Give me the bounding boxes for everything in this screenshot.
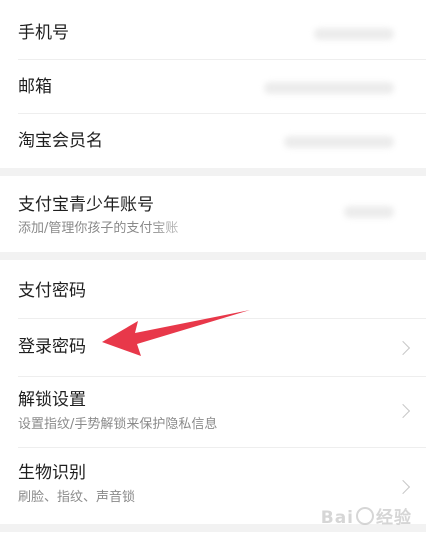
next-group-partial [0,532,426,548]
taobao-member-row[interactable]: 淘宝会员名 [0,114,426,168]
email-value-blurred [264,82,394,94]
account-info-group: 手机号 邮箱 淘宝会员名 [0,0,426,168]
login-password-row[interactable]: 登录密码 [0,319,426,377]
unlock-settings-subtitle: 设置指纹/手势解锁来保护隐私信息 [18,417,218,432]
email-row[interactable]: 邮箱 [0,60,426,114]
taobao-member-label: 淘宝会员名 [18,131,103,151]
chevron-right-icon [395,479,411,495]
chevron-right-icon [395,340,411,356]
unlock-settings-row[interactable]: 解锁设置 设置指纹/手势解锁来保护隐私信息 [0,377,426,447]
settings-page: 手机号 邮箱 淘宝会员名 支付宝青少年账号 添加/管理你孩子的支付宝账 支付密码… [0,0,426,548]
biometric-title: 生物识别 [18,463,86,483]
baidu-jingyan-watermark: Bai 经验 [321,503,412,528]
security-group: 支付密码 登录密码 解锁设置 设置指纹/手势解锁来保护隐私信息 生物识别 刷脸、… [0,260,426,524]
email-label: 邮箱 [18,77,52,97]
pay-password-label: 支付密码 [18,281,86,301]
taobao-member-value-blurred [284,136,394,148]
unlock-settings-title: 解锁设置 [18,390,86,410]
paw-logo-icon [356,507,374,525]
pay-password-row[interactable]: 支付密码 [0,260,426,320]
phone-label: 手机号 [18,23,69,43]
watermark-text-left: Bai [320,508,354,528]
biometric-subtitle: 刷脸、指纹、声音锁 [18,490,136,505]
chevron-right-icon [395,403,411,419]
teen-account-title: 支付宝青少年账号 [18,195,154,215]
phone-value-blurred [314,28,394,40]
login-password-label: 登录密码 [18,337,86,357]
teen-account-value-blurred [344,206,394,218]
phone-row[interactable]: 手机号 [0,4,426,58]
subtitle-fade-mask [150,214,240,236]
watermark-text-right: 经验 [376,508,412,528]
